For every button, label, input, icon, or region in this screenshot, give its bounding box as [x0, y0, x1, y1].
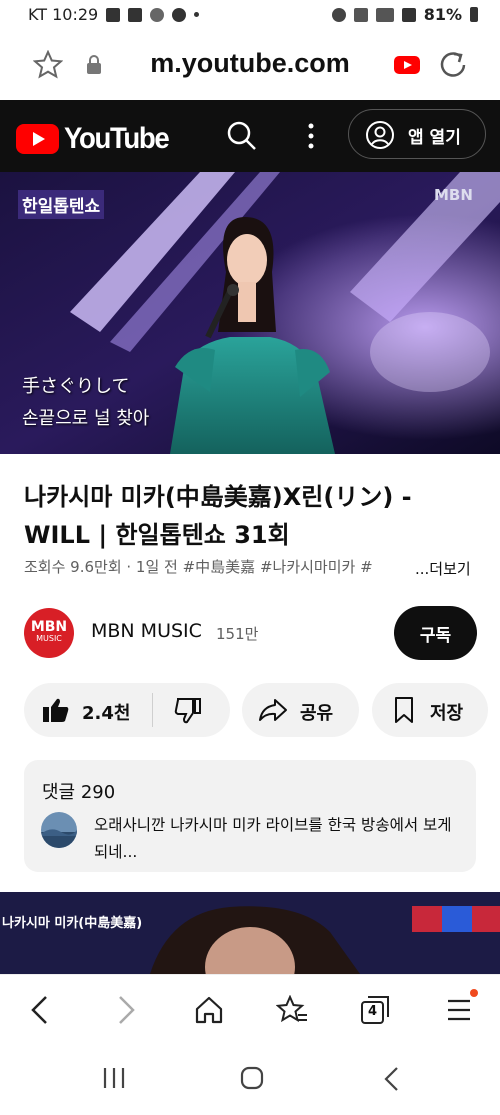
video-title[interactable]: 나카시마 미카(中島美嘉)X린(リン) - WILL | 한일톱텐쇼 31회	[24, 478, 464, 554]
gallery-notification-icon	[106, 7, 121, 22]
battery-level: 81%	[423, 5, 462, 24]
subscriber-count: 151만	[216, 625, 259, 643]
status-bar: KT 10:29 81%	[0, 0, 500, 30]
lock-icon[interactable]	[86, 55, 102, 75]
video-meta: 조회수 9.6만회 · 1일 전 #中島美嘉 #나카시마미카 #	[24, 558, 373, 576]
menu-notification-dot	[470, 989, 478, 997]
bank-notification-icon	[150, 7, 165, 22]
caption-line-2: 손끝으로 널 찾아	[22, 408, 150, 429]
next-video-thumbnail[interactable]: 나카시마 미카(中島美嘉)	[0, 892, 500, 974]
battery-icon	[470, 7, 478, 22]
system-back-icon[interactable]	[382, 1066, 402, 1092]
save-label: 저장	[430, 703, 464, 724]
system-nav-bar	[0, 1044, 500, 1115]
pill-divider	[152, 693, 153, 727]
reload-icon[interactable]	[438, 50, 468, 80]
channel-badge: MBN	[434, 186, 473, 204]
youtube-play-icon	[16, 124, 59, 154]
more-description-link[interactable]: ...더보기	[415, 558, 471, 579]
next-video-caption: 나카시마 미카(中島美嘉)	[2, 916, 143, 931]
open-app-button[interactable]: 앱 열기	[348, 109, 486, 159]
signal-icon	[401, 7, 416, 22]
share-label: 공유	[300, 703, 334, 724]
like-icon[interactable]	[42, 697, 70, 723]
browser-bottom-nav: 4	[0, 974, 500, 1045]
commenter-avatar	[41, 812, 77, 848]
url-text[interactable]: m.youtube.com	[0, 48, 500, 79]
youtube-header: YouTube 앱 열기	[0, 100, 500, 172]
alarm-icon	[331, 7, 346, 22]
image-notification-icon	[128, 7, 143, 22]
channel-avatar[interactable]: MBN MUSIC	[24, 608, 74, 658]
save-button[interactable]: 저장	[372, 683, 488, 737]
channel-avatar-subtext: MUSIC	[36, 634, 62, 643]
wifi-icon	[353, 7, 368, 22]
open-app-label: 앱 열기	[408, 128, 461, 148]
more-notifications-icon	[194, 12, 200, 17]
tabs-button[interactable]: 4	[360, 995, 390, 1025]
bookmarks-icon[interactable]	[276, 995, 308, 1025]
home-icon[interactable]	[194, 995, 224, 1025]
comments-title: 댓글 290	[42, 782, 116, 803]
browser-url-bar: m.youtube.com	[0, 30, 500, 100]
next-video-frame	[0, 892, 500, 974]
youtube-logo[interactable]: YouTube	[16, 122, 177, 156]
youtube-logo-text: YouTube	[64, 122, 170, 155]
search-icon[interactable]	[226, 120, 258, 152]
tab-count: 4	[368, 1004, 378, 1019]
recent-apps-icon[interactable]	[102, 1066, 126, 1090]
menu-button[interactable]	[446, 989, 478, 1023]
hd-icon	[375, 7, 394, 22]
dislike-icon[interactable]	[174, 698, 202, 724]
forward-icon[interactable]	[116, 995, 136, 1025]
caption-line-1: 手さぐりして	[22, 376, 130, 397]
like-count[interactable]: 2.4천	[82, 699, 130, 725]
comments-section[interactable]: 댓글 290 오래사니깐 나카시마 미카 라이브를 한국 방송에서 보게되네..…	[24, 760, 476, 872]
share-button[interactable]: 공유	[242, 683, 359, 737]
show-logo: 한일톱텐쇼	[18, 190, 105, 219]
like-dislike-pill: 2.4천	[24, 683, 230, 737]
bookmark-icon	[395, 697, 413, 723]
comment-text: 오래사니깐 나카시마 미카 라이브를 한국 방송에서 보게되네...	[94, 816, 452, 861]
system-home-icon[interactable]	[240, 1066, 264, 1090]
menu-icon	[448, 999, 470, 1021]
app-notification-icon	[172, 7, 187, 22]
youtube-app-icon[interactable]	[394, 56, 420, 74]
back-icon[interactable]	[30, 995, 50, 1025]
bookmark-star-icon[interactable]	[33, 50, 63, 80]
status-time: KT 10:29	[28, 5, 99, 24]
channel-avatar-text: MBN	[30, 619, 68, 635]
subscribe-button[interactable]: 구독	[394, 606, 477, 660]
account-icon	[366, 121, 394, 149]
channel-name[interactable]: MBN MUSIC	[91, 620, 202, 642]
more-options-icon[interactable]	[306, 122, 316, 150]
video-player[interactable]: 한일톱텐쇼 MBN 手さぐりして 손끝으로 널 찾아	[0, 172, 500, 454]
share-icon	[259, 699, 287, 721]
